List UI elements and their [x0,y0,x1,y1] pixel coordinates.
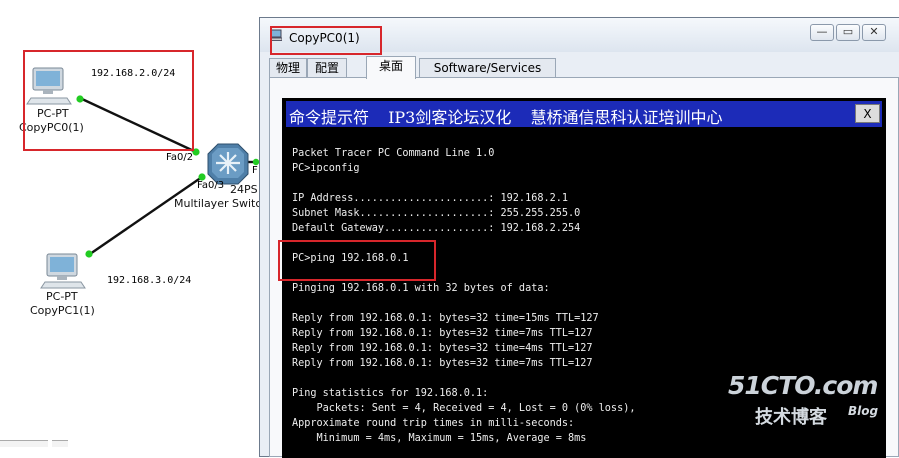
bottom-toolbar-fragment [0,440,48,447]
terminal-line: PC>ipconfig [292,163,360,174]
link-light-pc1 [85,250,93,258]
terminal-line: Ping statistics for 192.168.0.1: [292,388,489,399]
tab-desktop[interactable]: 桌面 [366,56,416,79]
switch-port-fa02: Fa0/2 [166,152,194,163]
link-pc1-switch[interactable] [89,176,203,255]
terminal-line: Default Gateway.................: 192.16… [292,223,581,234]
terminal-line: IP Address......................: 192.16… [292,193,569,204]
terminal-line: Reply from 192.168.0.1: bytes=32 time=7m… [292,358,593,369]
terminal-line: Packets: Sent = 4, Received = 4, Lost = … [292,403,636,414]
terminal-line: Reply from 192.168.0.1: bytes=32 time=7m… [292,328,593,339]
tab-physical[interactable]: 物理 [269,58,307,78]
pc0-highlight-box [23,50,194,151]
terminal-line: Minimum = 4ms, Maximum = 15ms, Average =… [292,433,587,444]
window-title-highlight-box [270,26,382,55]
switch-port-fa03: Fa0/3 [197,180,225,191]
tab-software-services[interactable]: Software/Services [419,58,556,78]
watermark-blog: Blog [848,404,879,418]
terminal-line: Reply from 192.168.0.1: bytes=32 time=4m… [292,343,593,354]
close-button[interactable]: ✕ [862,24,886,41]
pc1-network-label: 192.168.3.0/24 [107,275,192,286]
command-prompt-titlebar[interactable]: 命令提示符 IP3剑客论坛汉化 慧桥通信思科认证培训中心 X [286,101,882,127]
pc1-type-label: PC-PT [46,290,78,303]
terminal-line: Pinging 192.168.0.1 with 32 bytes of dat… [292,283,550,294]
command-prompt-close-button[interactable]: X [855,104,880,123]
terminal-line: Approximate round trip times in milli-se… [292,418,575,429]
watermark-sub: 技术博客 [755,407,827,428]
terminal-line: Subnet Mask.....................: 255.25… [292,208,581,219]
switch-name-label: Multilayer Switc [174,197,262,210]
watermark-site: 51CTO.com [728,371,878,400]
pc1-device-icon[interactable] [40,253,86,289]
terminal-line: Reply from 192.168.0.1: bytes=32 time=15… [292,313,599,324]
multilayer-switch-icon[interactable] [207,143,249,185]
switch-port-right: F [252,165,258,176]
minimize-button[interactable]: — [810,24,834,41]
restore-button[interactable]: ▭ [836,24,860,41]
pc1-name-label: CopyPC1(1) [30,304,95,317]
tab-config[interactable]: 配置 [307,58,347,78]
bottom-toolbar-fragment-2 [52,440,68,447]
ping-command-highlight-box [278,240,436,281]
terminal-line: Packet Tracer PC Command Line 1.0 [292,148,495,159]
switch-model-label: 24PS [230,183,258,196]
command-prompt-title: 命令提示符 IP3剑客论坛汉化 慧桥通信思科认证培训中心 [289,108,723,127]
